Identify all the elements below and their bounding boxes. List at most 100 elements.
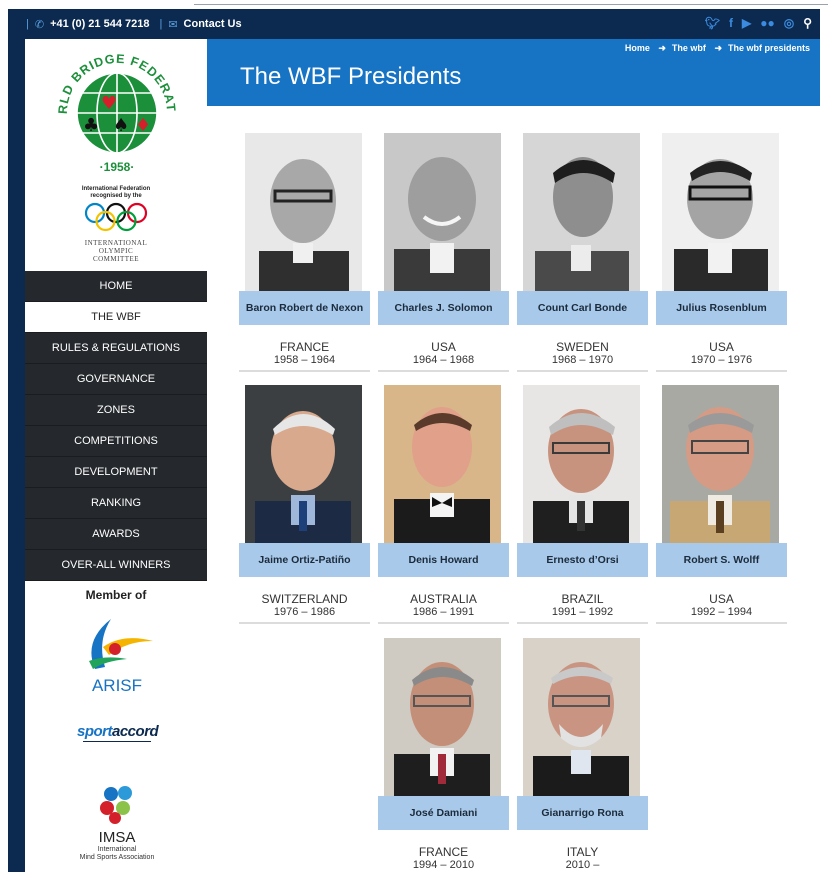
nav-item-zones[interactable]: ZONES bbox=[25, 395, 215, 426]
president-country: ITALY bbox=[566, 845, 599, 859]
president-name[interactable]: Denis Howard bbox=[378, 543, 509, 577]
president-years: 2010 – bbox=[565, 859, 600, 871]
breadcrumb-the-wbf[interactable]: The wbf bbox=[672, 43, 706, 53]
president-years: 1994 – 2010 bbox=[412, 859, 475, 871]
president-years: 1991 – 1992 bbox=[551, 606, 614, 618]
nav-item-competitions[interactable]: COMPETITIONS bbox=[25, 426, 215, 457]
instagram-icon[interactable]: ◎ bbox=[784, 16, 794, 30]
wbf-logo[interactable]: ♥ ♣ ♠ ♦ WORLD BRIDGE FEDERATION ·1958· bbox=[47, 38, 181, 177]
president-country: USA bbox=[431, 340, 456, 354]
president-photo bbox=[384, 638, 501, 796]
ioc-name-line1: INTERNATIONAL bbox=[84, 239, 148, 247]
top-divider-line bbox=[194, 4, 828, 5]
card-divider bbox=[378, 370, 509, 372]
logo-text-bottom: ·1958· bbox=[100, 160, 135, 174]
nav-label: COMPETITIONS bbox=[74, 435, 158, 447]
nav-item-development[interactable]: DEVELOPMENT bbox=[25, 457, 215, 488]
phone-icon: ✆ bbox=[34, 18, 45, 31]
olympic-rings-logo[interactable] bbox=[83, 202, 149, 232]
card-divider bbox=[517, 370, 648, 372]
president-name[interactable]: José Damiani bbox=[378, 796, 509, 830]
president-photo bbox=[384, 385, 501, 543]
twitter-icon[interactable]: 🐦︎ bbox=[705, 16, 720, 30]
president-photo bbox=[245, 385, 362, 543]
sportaccord-word-1: sport bbox=[77, 723, 113, 740]
nav-item-home[interactable]: HOME bbox=[25, 271, 215, 302]
wbf-logo-graphic: ♥ ♣ ♠ ♦ WORLD BRIDGE FEDERATION ·1958· bbox=[47, 38, 178, 174]
nav-item-the-wbf[interactable]: THE WBF bbox=[25, 302, 215, 333]
svg-text:♥: ♥ bbox=[101, 93, 117, 114]
nav-label: AWARDS bbox=[92, 528, 140, 540]
imsa-wordmark: IMSA bbox=[98, 829, 136, 846]
facebook-icon[interactable]: f bbox=[729, 16, 733, 30]
president-photo bbox=[523, 638, 640, 796]
nav-label: DEVELOPMENT bbox=[74, 466, 158, 478]
nav-item-rules-regulations[interactable]: RULES & REGULATIONS bbox=[25, 333, 215, 364]
sportaccord-underline bbox=[83, 741, 151, 742]
phone-number[interactable]: +41 (0) 21 544 7218 bbox=[50, 18, 149, 30]
president-years: 1964 – 1968 bbox=[412, 354, 475, 366]
breadcrumb-separator-icon: ➜ bbox=[658, 43, 666, 53]
divider: | bbox=[159, 18, 163, 30]
ioc-caption-line2: recognised by the bbox=[90, 193, 142, 199]
president-name[interactable]: Robert S. Wolff bbox=[656, 543, 787, 577]
flickr-icon[interactable]: ●● bbox=[760, 16, 775, 30]
member-of-heading: Member of bbox=[85, 588, 147, 602]
president-years: 1976 – 1986 bbox=[273, 606, 336, 618]
nav-label: ZONES bbox=[97, 404, 135, 416]
card-divider bbox=[517, 622, 648, 624]
president-country: USA bbox=[709, 340, 734, 354]
nav-item-ranking[interactable]: RANKING bbox=[25, 488, 215, 519]
president-years: 1986 – 1991 bbox=[412, 606, 475, 618]
breadcrumb-current[interactable]: The wbf presidents bbox=[728, 43, 810, 53]
president-name[interactable]: Count Carl Bonde bbox=[517, 291, 648, 325]
president-photo bbox=[662, 133, 779, 291]
president-photo bbox=[662, 385, 779, 543]
president-name[interactable]: Charles J. Solomon bbox=[378, 291, 509, 325]
president-country: AUSTRALIA bbox=[410, 592, 477, 606]
president-country: FRANCE bbox=[418, 845, 469, 859]
mail-icon: ✉ bbox=[168, 18, 178, 31]
sportaccord-logo[interactable]: sportaccord bbox=[77, 723, 159, 747]
president-photo bbox=[523, 133, 640, 291]
social-links: 🐦︎ f ▶ ●● ◎ ⚲ bbox=[705, 16, 812, 30]
nav-item-over-all-winners[interactable]: OVER-ALL WINNERS bbox=[25, 550, 215, 581]
president-photo bbox=[245, 133, 362, 291]
president-years: 1992 – 1994 bbox=[690, 606, 753, 618]
youtube-icon[interactable]: ▶ bbox=[742, 16, 751, 30]
svg-text:♣: ♣ bbox=[83, 115, 99, 136]
svg-text:♠: ♠ bbox=[113, 115, 129, 136]
arisf-logo[interactable]: ARISF bbox=[75, 611, 159, 695]
nav-label: THE WBF bbox=[91, 311, 141, 323]
nav-label: RULES & REGULATIONS bbox=[51, 342, 181, 354]
nav-label: GOVERNANCE bbox=[76, 373, 156, 385]
sportaccord-word-2: accord bbox=[112, 723, 159, 740]
arisf-wordmark: ARISF bbox=[92, 676, 142, 693]
president-country: BRAZIL bbox=[561, 592, 604, 606]
president-photo bbox=[384, 133, 501, 291]
nav-item-awards[interactable]: AWARDS bbox=[25, 519, 215, 550]
search-icon[interactable]: ⚲ bbox=[803, 16, 812, 30]
president-name[interactable]: Gianarrigo Rona bbox=[517, 796, 648, 830]
president-name[interactable]: Baron Robert de Nexon bbox=[239, 291, 370, 325]
breadcrumb-home[interactable]: Home bbox=[625, 43, 650, 53]
nav-label: RANKING bbox=[90, 497, 142, 509]
top-bar: | ✆ +41 (0) 21 544 7218 | ✉ Contact Us 🐦… bbox=[8, 9, 820, 39]
card-divider bbox=[656, 622, 787, 624]
president-country: SWEDEN bbox=[556, 340, 609, 354]
arisf-emblem-icon: ARISF bbox=[89, 619, 153, 695]
president-years: 1968 – 1970 bbox=[551, 354, 614, 366]
nav-item-governance[interactable]: GOVERNANCE bbox=[25, 364, 215, 395]
main-nav: HOME THE WBF RULES & REGULATIONS GOVERNA… bbox=[25, 271, 215, 581]
president-name[interactable]: Julius Rosenblum bbox=[656, 291, 787, 325]
president-years: 1970 – 1976 bbox=[690, 354, 753, 366]
contact-link[interactable]: Contact Us bbox=[184, 18, 242, 30]
page-frame: | ✆ +41 (0) 21 544 7218 | ✉ Contact Us 🐦… bbox=[8, 9, 820, 872]
president-country: USA bbox=[709, 592, 734, 606]
president-years: 1958 – 1964 bbox=[273, 354, 336, 366]
president-name[interactable]: Jaime Ortiz-Patiño bbox=[239, 543, 370, 577]
imsa-logo[interactable]: IMSA International Mind Sports Associati… bbox=[79, 784, 155, 872]
card-divider bbox=[656, 370, 787, 372]
president-name[interactable]: Ernesto d’Orsi bbox=[517, 543, 648, 577]
breadcrumb: Home ➜ The wbf ➜ The wbf presidents bbox=[619, 43, 810, 54]
